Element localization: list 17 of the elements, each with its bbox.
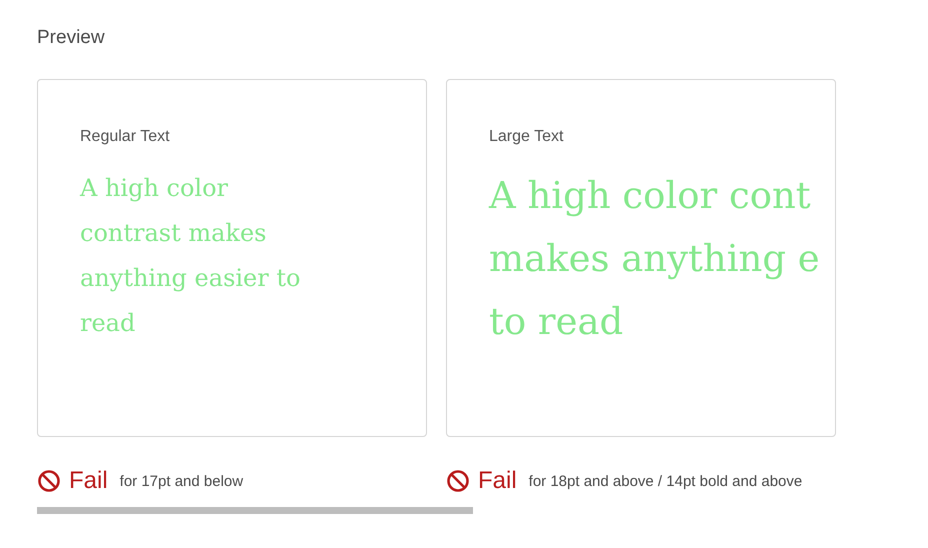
result-note: for 17pt and below: [120, 472, 244, 490]
sample-text: anything easier to: [80, 263, 300, 294]
card-label: Large Text: [489, 128, 564, 146]
result-text: Fail: [478, 467, 517, 495]
prohibited-icon: [37, 469, 61, 493]
prohibited-icon: [446, 469, 470, 493]
card-label: Regular Text: [80, 128, 171, 146]
result-note: for 18pt and above / 14pt bold and above: [528, 472, 802, 490]
sample-text: A high color: [80, 173, 228, 204]
sample-text: contrast makes: [80, 218, 266, 249]
section-title: Preview: [37, 27, 106, 50]
scrollbar-thumb[interactable]: [37, 507, 473, 514]
sample-text: A high color cont: [489, 173, 811, 219]
sample-text: read: [80, 308, 136, 339]
sample-text: to read: [489, 299, 624, 345]
result-text: Fail: [69, 467, 108, 495]
sample-text: makes anything e: [489, 236, 820, 282]
